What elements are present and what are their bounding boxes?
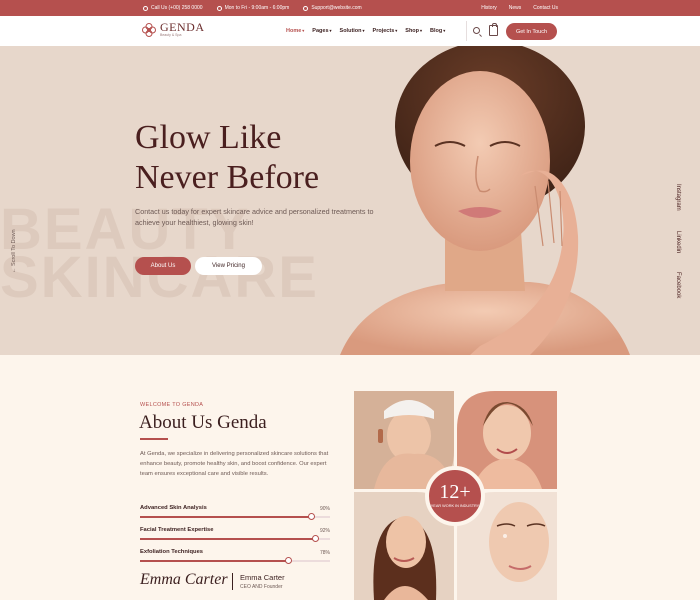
email-text: Support@website.com bbox=[311, 5, 362, 11]
contact-info: Call Us (+00) 258 0000 Mon to Fri - 9:00… bbox=[143, 5, 362, 11]
skill-fill bbox=[140, 560, 289, 562]
main-nav: Home▾ Pages▾ Solution▾ Projects▾ Shop▾ B… bbox=[286, 28, 445, 34]
about-body: At Genda, we specialize in delivering pe… bbox=[140, 451, 329, 477]
skill-knob[interactable] bbox=[285, 557, 293, 564]
top-link-news[interactable]: News bbox=[509, 5, 522, 11]
clock-icon bbox=[216, 5, 222, 11]
chevron-down-icon: ▾ bbox=[362, 28, 365, 33]
skill-fill bbox=[140, 516, 311, 518]
phone-text: Call Us (+00) 258 0000 bbox=[151, 5, 203, 11]
chevron-down-icon: ▾ bbox=[443, 28, 446, 33]
about-eyebrow: WELCOME TO GENDA bbox=[140, 402, 204, 408]
nav-pages[interactable]: Pages▾ bbox=[312, 28, 331, 34]
brand-name: GENDA bbox=[160, 20, 205, 34]
skill-percent-value: 90 bbox=[319, 506, 326, 512]
nav-blog[interactable]: Blog▾ bbox=[430, 28, 445, 34]
nav-projects-label: Projects bbox=[372, 28, 395, 34]
top-link-history[interactable]: History bbox=[481, 5, 497, 11]
hours-info: Mon to Fri - 9:00am - 6:00pm bbox=[216, 5, 290, 11]
skill-percent-value: 92 bbox=[319, 528, 326, 534]
nav-projects[interactable]: Projects▾ bbox=[373, 28, 398, 34]
email-info[interactable]: Support@website.com bbox=[303, 5, 362, 11]
scroll-down-link[interactable]: ← Scroll To Down bbox=[11, 229, 17, 273]
skill-label: Exfoliation Techniques bbox=[140, 549, 204, 555]
logo[interactable]: GENDA Beauty & Spa bbox=[141, 20, 205, 38]
skill-exfoliation-techniques: Exfoliation Techniques 78% bbox=[140, 549, 330, 564]
hero-title-line-2: Never Before bbox=[135, 159, 320, 196]
get-in-touch-button[interactable]: Get In Touch bbox=[506, 23, 557, 40]
view-pricing-button[interactable]: View Pricing bbox=[195, 257, 262, 275]
skill-knob[interactable] bbox=[308, 513, 315, 520]
nav-shop-label: Shop bbox=[405, 28, 420, 34]
skill-percent: 90% bbox=[319, 506, 330, 512]
top-link-contact[interactable]: Contact Us bbox=[533, 5, 558, 11]
skill-track bbox=[140, 513, 330, 520]
phone-icon bbox=[143, 5, 148, 11]
phone-info[interactable]: Call Us (+00) 258 0000 bbox=[143, 5, 203, 11]
skill-percent-value: 78 bbox=[319, 550, 326, 556]
scroll-down-label: Scroll To Down bbox=[11, 229, 17, 266]
chevron-down-icon: ▾ bbox=[395, 28, 398, 33]
skill-fill bbox=[140, 538, 315, 540]
nav-solution[interactable]: Solution▾ bbox=[340, 28, 365, 34]
nav-shop[interactable]: Shop▾ bbox=[405, 28, 422, 34]
social-linkedin[interactable]: Linkedin bbox=[675, 231, 681, 253]
hero-section: BEAUTY SKINCARE Glow Like Never Before C… bbox=[0, 46, 700, 355]
signature: Emma Carter bbox=[140, 571, 228, 588]
founder-name: Emma Carter bbox=[240, 573, 285, 582]
experience-badge: 12+ YEAR WORK IN INDUSTRY bbox=[425, 466, 485, 526]
skill-percent: 78% bbox=[319, 550, 330, 556]
social-facebook[interactable]: Facebook bbox=[675, 272, 681, 298]
header-divider bbox=[466, 21, 467, 41]
skill-knob[interactable] bbox=[311, 535, 319, 542]
chevron-down-icon: ▾ bbox=[420, 28, 423, 33]
about-section: WELCOME TO GENDA About Us Genda At Genda… bbox=[0, 355, 700, 600]
hero-description: Contact us today for expert skincare adv… bbox=[135, 207, 374, 227]
search-icon[interactable] bbox=[473, 27, 480, 34]
skill-label: Facial Treatment Expertise bbox=[140, 527, 214, 533]
badge-label: YEAR WORK IN INDUSTRY bbox=[430, 504, 480, 508]
chevron-down-icon: ▾ bbox=[302, 28, 305, 33]
founder-role: CEO AND Founder bbox=[240, 584, 283, 590]
skill-facial-treatment-expertise: Facial Treatment Expertise 92% bbox=[140, 527, 330, 542]
skill-advanced-skin-analysis: Advanced Skin Analysis 90% bbox=[140, 505, 330, 520]
heading-underline bbox=[140, 438, 168, 440]
main-header: GENDA Beauty & Spa Home▾ Pages▾ Solution… bbox=[0, 16, 700, 46]
chevron-down-icon: ▾ bbox=[329, 28, 332, 33]
about-heading: About Us Genda bbox=[139, 412, 267, 433]
badge-number: 12+ bbox=[439, 481, 471, 503]
skill-track bbox=[140, 535, 330, 542]
hero-title-line-1: Glow Like bbox=[135, 119, 282, 156]
mail-icon bbox=[303, 5, 309, 11]
hero-portrait-image bbox=[340, 46, 630, 355]
top-links: History News Contact Us bbox=[481, 5, 558, 11]
skill-percent: 92% bbox=[319, 528, 330, 534]
nav-blog-label: Blog bbox=[430, 28, 443, 34]
about-us-button[interactable]: About Us bbox=[135, 257, 191, 275]
skill-label: Advanced Skin Analysis bbox=[140, 505, 207, 511]
nav-home[interactable]: Home▾ bbox=[286, 28, 304, 34]
arrow-left-icon: ← bbox=[11, 267, 17, 274]
nav-solution-label: Solution bbox=[339, 28, 362, 34]
nav-pages-label: Pages bbox=[312, 28, 329, 34]
hours-text: Mon to Fri - 9:00am - 6:00pm bbox=[224, 5, 290, 11]
skill-track bbox=[140, 557, 330, 564]
hero-title: Glow Like Never Before bbox=[135, 118, 395, 198]
top-bar: Call Us (+00) 258 0000 Mon to Fri - 9:00… bbox=[0, 0, 700, 16]
nav-home-label: Home bbox=[286, 28, 302, 34]
social-instagram[interactable]: Instagram bbox=[675, 184, 681, 211]
cart-icon[interactable] bbox=[489, 23, 498, 36]
signature-divider bbox=[232, 573, 233, 590]
flower-logo-icon bbox=[142, 23, 156, 37]
